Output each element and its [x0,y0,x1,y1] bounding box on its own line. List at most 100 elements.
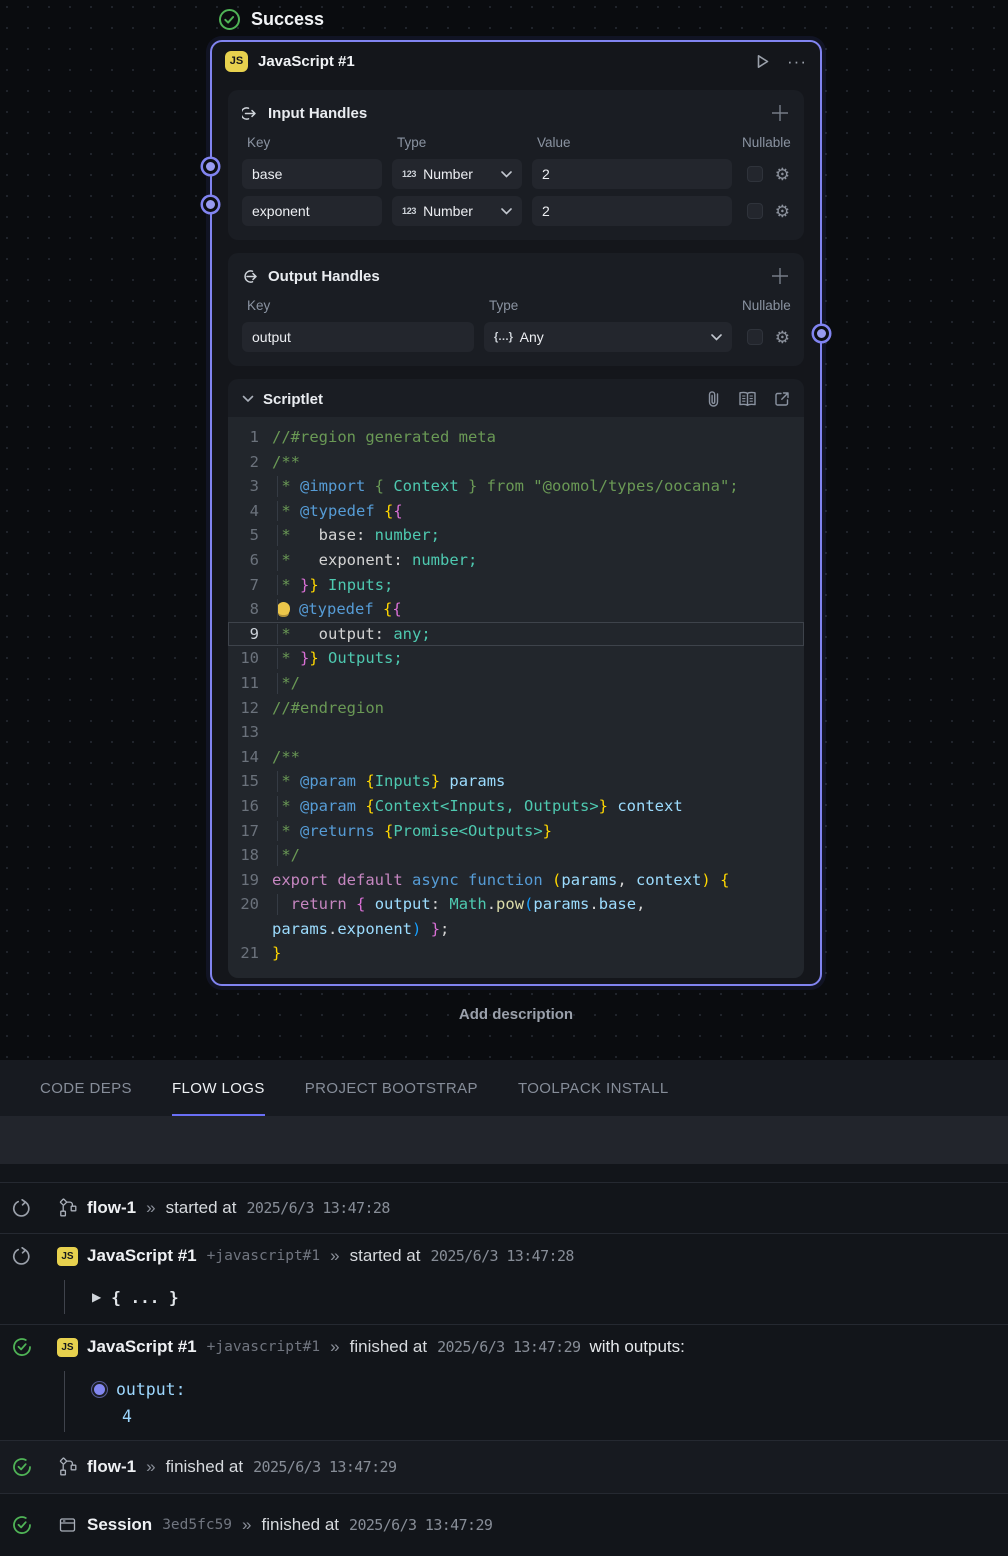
log-timestamp: 2025/6/3 13:47:29 [253,1458,396,1476]
run-node-button[interactable] [754,53,771,70]
tab-toolpack-install[interactable]: TOOLPACK INSTALL [518,1060,669,1116]
code-line[interactable]: 8@typedef {{ [228,597,804,622]
success-check-icon [12,1515,32,1535]
lightbulb-code-action-icon[interactable] [277,602,290,615]
scriptlet-section: Scriptlet 1//#region generate [228,379,804,978]
gear-icon[interactable]: ⚙ [775,203,790,220]
tab-code-deps[interactable]: CODE DEPS [40,1060,132,1116]
output-key-field[interactable]: output [242,322,474,352]
code-line[interactable]: 16 * @param {Context<Inputs, Outputs>} c… [228,794,804,819]
log-entry[interactable]: JS JavaScript #1 +javascript#1 » finishe… [0,1324,1008,1432]
code-line[interactable]: 6 * exponent: number; [228,548,804,573]
code-line[interactable]: 20 return { output: Math.pow(params.base… [228,892,804,917]
open-external-icon[interactable] [774,391,790,407]
add-output-handle-button[interactable] [770,266,790,286]
line-number: 12 [228,696,272,721]
code-line[interactable]: 3 * @import { Context } from "@oomol/typ… [228,474,804,499]
success-check-icon [12,1457,32,1477]
log-title: flow-1 [87,1198,136,1218]
log-node-id: +javascript#1 [207,1339,321,1355]
session-icon [58,1516,77,1534]
log-entry[interactable]: Session 3ed5fc59 » finished at 2025/6/3 … [0,1493,1008,1556]
attachment-icon[interactable] [706,390,721,408]
js-badge-icon: JS [225,51,248,72]
log-title: Session [87,1515,152,1535]
nullable-checkbox[interactable] [747,329,763,345]
code-line[interactable]: 10 * }} Outputs; [228,646,804,671]
code-line[interactable]: 1//#region generated meta [228,425,804,450]
input-value-field[interactable]: 2 [532,159,732,189]
gear-icon[interactable]: ⚙ [775,329,790,346]
nullable-checkbox[interactable] [747,203,763,219]
input-type-dropdown[interactable]: 123 Number [392,159,522,189]
input-value-field[interactable]: 2 [532,196,732,226]
add-description-button[interactable]: Add description [210,1006,822,1023]
flow-canvas[interactable]: Success JS JavaScript #1 ··· Input Handl… [0,0,1008,1060]
input-handle-dot-base[interactable] [203,159,218,174]
column-header-nullable: Nullable [742,135,790,150]
code-line[interactable]: 9 * output: any; [228,622,804,647]
code-line[interactable]: 5 * base: number; [228,523,804,548]
flow-logs-list: flow-1 » started at 2025/6/3 13:47:28 JS… [0,1164,1008,1556]
code-line[interactable]: 21} [228,941,804,966]
code-line[interactable]: 14/** [228,745,804,770]
log-entry[interactable]: flow-1 » started at 2025/6/3 13:47:28 [0,1182,1008,1233]
code-line[interactable]: 12//#endregion [228,696,804,721]
gear-icon[interactable]: ⚙ [775,166,790,183]
add-input-handle-button[interactable] [770,103,790,123]
code-line[interactable]: 2/** [228,450,804,475]
line-number: 18 [228,843,272,868]
line-number: 6 [228,548,272,573]
log-separator: » [146,1198,155,1218]
line-number: 9 [228,622,272,647]
output-handle-dot[interactable] [814,326,829,341]
code-line[interactable]: 19export default async function (params,… [228,868,804,893]
log-separator: » [146,1457,155,1477]
column-header-value: Value [532,135,732,150]
code-line[interactable]: 4 * @typedef {{ [228,499,804,524]
input-handle-dot-exponent[interactable] [203,197,218,212]
nullable-checkbox[interactable] [747,166,763,182]
code-line[interactable]: 15 * @param {Inputs} params [228,769,804,794]
code-line[interactable]: 18 */ [228,843,804,868]
node-more-menu-button[interactable]: ··· [787,53,807,70]
output-handle-bullet-icon [92,1382,107,1397]
input-key-field[interactable]: exponent [242,196,382,226]
code-line[interactable]: 13 [228,720,804,745]
tab-flow-logs[interactable]: FLOW LOGS [172,1060,265,1116]
code-line[interactable]: 17 * @returns {Promise<Outputs>} [228,819,804,844]
collapse-chevron-icon[interactable] [242,395,254,403]
column-header-key: Key [242,135,382,150]
log-timestamp: 2025/6/3 13:47:29 [349,1516,492,1534]
code-line[interactable]: params.exponent) }; [228,917,804,942]
expandable-object[interactable]: ▶ { ... } [92,1280,1008,1314]
code-editor[interactable]: 1//#region generated meta2/**3 * @import… [228,417,804,978]
flow-icon [58,1457,78,1477]
line-number: 2 [228,450,272,475]
output-handles-title: Output Handles [268,268,380,285]
log-timestamp: 2025/6/3 13:47:28 [430,1247,573,1265]
output-name[interactable]: output: [116,1380,186,1399]
log-entry[interactable]: JS JavaScript #1 +javascript#1 » started… [0,1233,1008,1314]
node-header[interactable]: JS JavaScript #1 ··· [212,42,820,80]
status-badge: Success [218,8,324,31]
line-number: 5 [228,523,272,548]
log-title: flow-1 [87,1457,136,1477]
docs-book-icon[interactable] [738,391,757,407]
tab-project-bootstrap[interactable]: PROJECT BOOTSTRAP [305,1060,478,1116]
log-separator: » [330,1246,339,1266]
expand-arrow-icon[interactable]: ▶ [92,1290,101,1304]
input-key-field[interactable]: base [242,159,382,189]
input-handles-section: Input Handles Key Type Value Nullable ba… [228,90,804,240]
success-check-icon [218,8,241,31]
log-entry[interactable]: flow-1 » finished at 2025/6/3 13:47:29 [0,1440,1008,1493]
output-type-dropdown[interactable]: {…} Any [484,322,732,352]
code-line[interactable]: 11 */ [228,671,804,696]
input-type-dropdown[interactable]: 123 Number [392,196,522,226]
log-action: started at [350,1246,421,1266]
log-title: JavaScript #1 [87,1337,197,1357]
chevron-down-icon [711,334,722,341]
node-card-javascript-1[interactable]: JS JavaScript #1 ··· Input Handles [210,40,822,986]
line-number: 1 [228,425,272,450]
code-line[interactable]: 7 * }} Inputs; [228,573,804,598]
